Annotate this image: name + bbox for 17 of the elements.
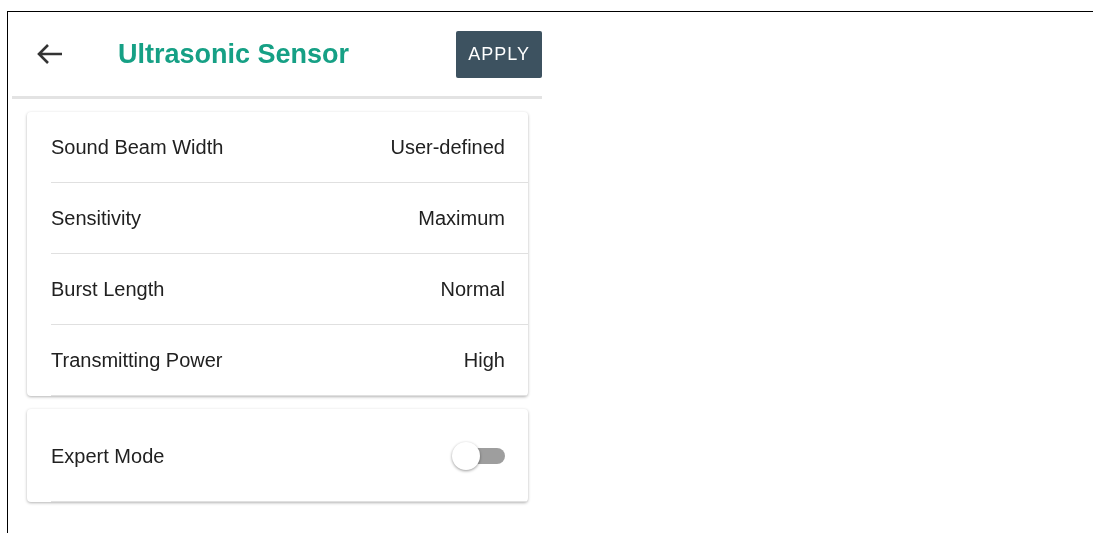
setting-value: High bbox=[463, 348, 505, 372]
back-arrow-icon bbox=[36, 42, 64, 66]
setting-value: Normal bbox=[440, 277, 505, 301]
setting-label: Burst Length bbox=[51, 277, 165, 301]
settings-row[interactable]: Sound Beam Width User-defined bbox=[51, 112, 528, 183]
setting-value: User-defined bbox=[390, 135, 505, 159]
setting-value: Maximum bbox=[418, 206, 505, 230]
setting-label: Sound Beam Width bbox=[51, 135, 224, 159]
settings-row[interactable]: Transmitting Power High bbox=[51, 325, 528, 396]
setting-label: Expert Mode bbox=[51, 444, 165, 468]
toggle-switch[interactable] bbox=[452, 442, 507, 470]
setting-label: Sensitivity bbox=[51, 206, 142, 230]
settings-row[interactable]: Sensitivity Maximum bbox=[51, 183, 528, 254]
setting-label: Transmitting Power bbox=[51, 348, 223, 372]
settings-row[interactable]: Burst Length Normal bbox=[51, 254, 528, 325]
apply-button[interactable]: APPLY bbox=[456, 30, 542, 78]
page-title: Ultrasonic Sensor bbox=[118, 38, 351, 70]
